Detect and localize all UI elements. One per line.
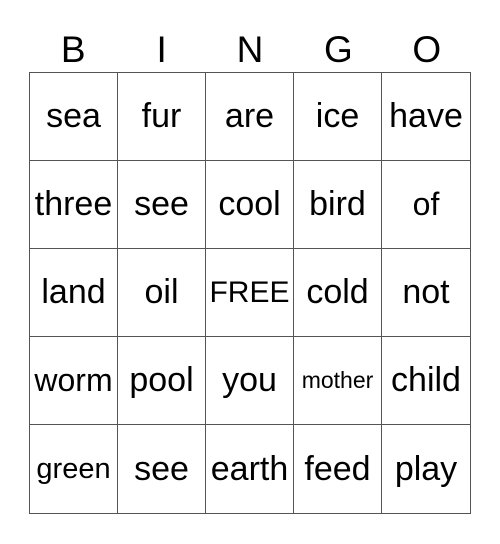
bingo-cell: child [382,337,470,425]
bingo-cell: mother [294,337,382,425]
bingo-cell: pool [118,337,206,425]
bingo-cell: have [382,73,470,161]
bingo-grid: sea fur are ice have three see cool bird of land oi… [29,72,471,514]
bingo-cell: are [206,73,294,161]
bingo-cell: land [30,249,118,337]
header-letter-b: B [60,29,86,70]
bingo-cell: ice [294,73,382,161]
bingo-cell: sea [30,73,118,161]
bingo-cell: green [30,425,118,513]
bingo-cell: of [382,161,470,249]
header-letter-n: N [236,29,264,70]
bingo-cell: cold [294,249,382,337]
bingo-cell: cool [206,161,294,249]
header-letter-o: O [412,29,442,70]
bingo-cell: feed [294,425,382,513]
bingo-cell: three [30,161,118,249]
bingo-cell: worm [30,337,118,425]
bingo-cell: bird [294,161,382,249]
bingo-cell: see [118,425,206,513]
bingo-cell: oil [118,249,206,337]
bingo-cell: not [382,249,470,337]
header-letter-i: I [156,29,167,70]
free-space-cell: FREE [206,249,294,337]
bingo-cell: see [118,161,206,249]
header-letter-g: G [323,29,353,70]
bingo-cell: fur [118,73,206,161]
bingo-cell: earth [206,425,294,513]
bingo-header: B I N G O [29,28,471,72]
bingo-cell: you [206,337,294,425]
bingo-cell: play [394,449,458,488]
